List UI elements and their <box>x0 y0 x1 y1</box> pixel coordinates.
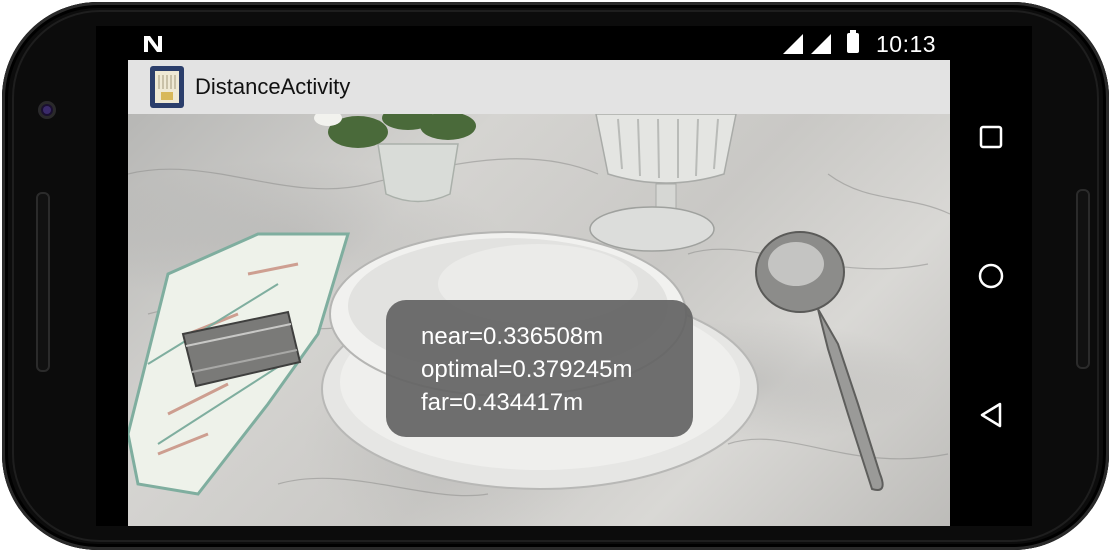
near-distance-text: near=0.336508m <box>421 323 604 350</box>
app-icon <box>150 66 184 108</box>
signal-icon <box>811 34 831 54</box>
clock: 10:13 <box>876 31 937 57</box>
notification-n-icon <box>144 36 162 52</box>
status-bar: 10:13 <box>128 28 950 60</box>
back-button[interactable] <box>966 390 1016 440</box>
front-camera-icon <box>38 101 56 119</box>
distance-overlay: near=0.336508m optimal=0.379245m far=0.4… <box>386 300 693 437</box>
far-distance-text: far=0.434417m <box>421 389 584 416</box>
back-icon <box>980 402 1002 428</box>
home-button[interactable] <box>966 251 1016 301</box>
battery-icon <box>847 30 859 53</box>
recent-apps-icon <box>979 125 1003 149</box>
home-icon <box>978 263 1004 289</box>
speaker-grille-left <box>36 192 50 372</box>
navigation-bar <box>950 60 1032 526</box>
recent-apps-button[interactable] <box>966 112 1016 162</box>
activity-title: DistanceActivity <box>195 74 351 99</box>
optimal-distance-text: optimal=0.379245m <box>421 356 633 383</box>
speaker-grille-right <box>1076 189 1090 369</box>
action-bar: DistanceActivity <box>128 60 950 114</box>
signal-icon <box>783 34 803 54</box>
